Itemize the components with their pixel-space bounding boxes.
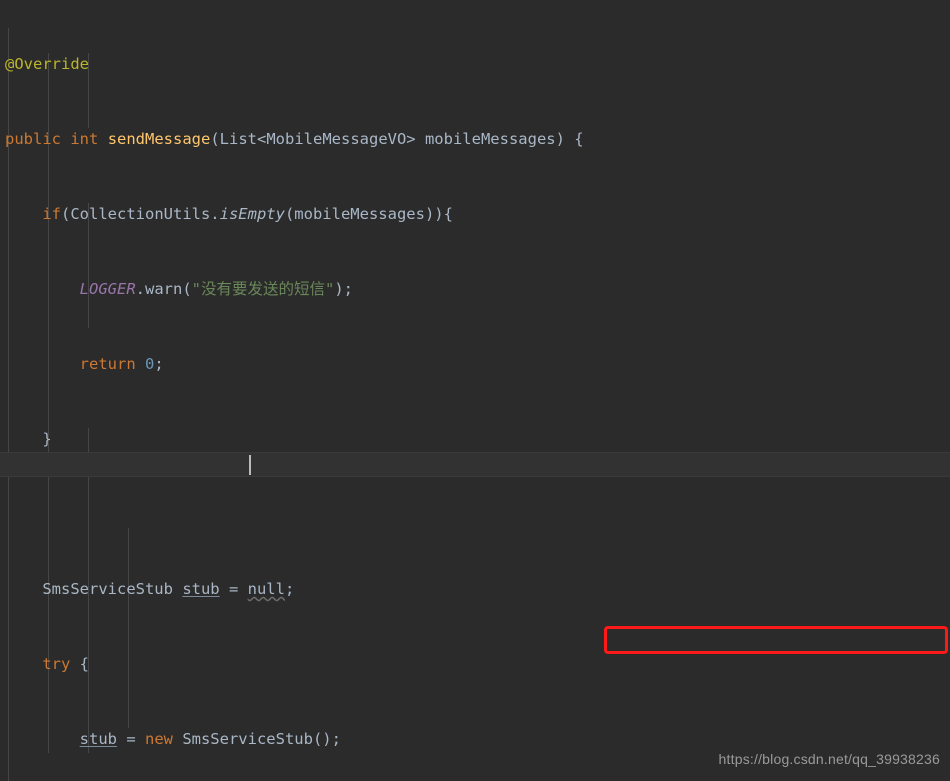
watermark-url: https://blog.csdn.net/qq_39938236 [718, 751, 940, 767]
code-line: LOGGER.warn("没有要发送的短信"); [79, 280, 353, 298]
code-line: SmsServiceStub stub = null; [5, 580, 295, 598]
code-editor-view[interactable]: @Override public int sendMessage(List<Mo… [0, 0, 950, 781]
code-line: if(CollectionUtils.isEmpty(mobileMessage… [42, 205, 453, 223]
code-line: public int sendMessage(List<MobileMessag… [5, 130, 584, 148]
code-content: @Override public int sendMessage(List<Mo… [5, 2, 882, 781]
code-line: return 0; [79, 355, 164, 373]
code-line: @Override [5, 55, 89, 73]
text-caret [249, 455, 251, 475]
code-line: try { [42, 655, 89, 673]
code-line: } [5, 430, 52, 448]
